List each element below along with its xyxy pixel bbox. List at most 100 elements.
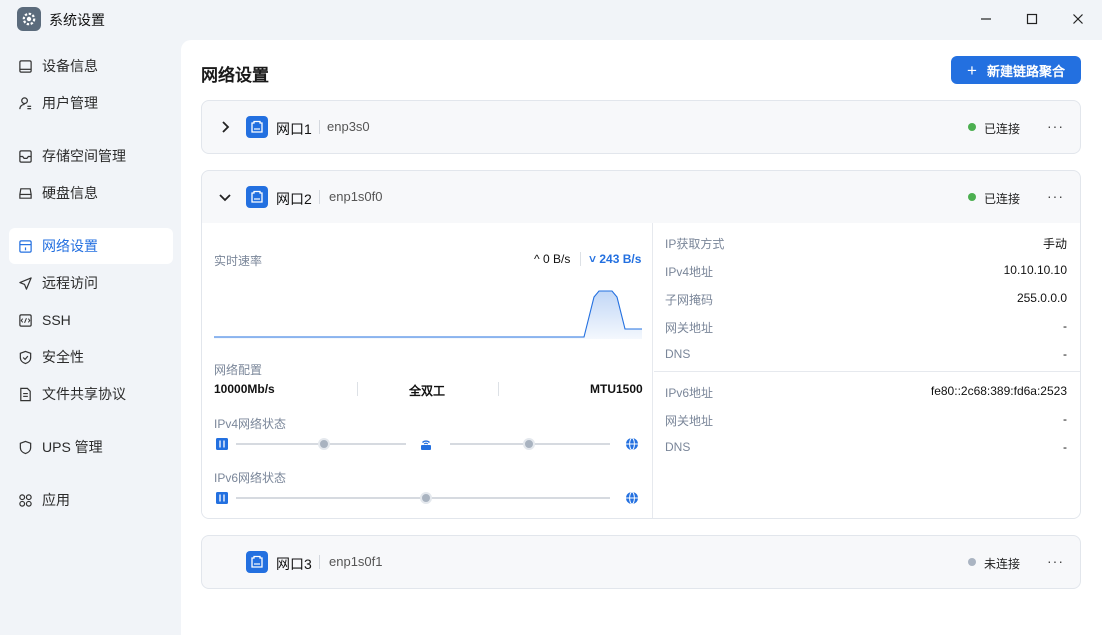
disk-icon (19, 187, 32, 199)
status-badge: 已连接 (984, 192, 1021, 206)
sidebar-item-disk[interactable]: 硬盘信息 (9, 175, 173, 211)
divider (357, 382, 358, 396)
arrow-up-icon: ^ (534, 252, 540, 266)
port-status-icon (216, 438, 228, 450)
gear-icon (17, 7, 41, 31)
ethernet-port-icon (246, 116, 268, 138)
title-bar: 系统设置 (0, 0, 1102, 38)
more-options-icon[interactable]: ··· (1047, 118, 1064, 134)
sidebar-item-label: SSH (42, 312, 71, 328)
info-row-ipv4-address: IPv4地址 10.10.10.10 (665, 263, 1067, 279)
info-row-ipv6-address: IPv6地址 fe80::2c68:389:fd6a:2523 (665, 384, 1067, 400)
globe-icon (626, 437, 638, 451)
sidebar-item-label: 网络设置 (42, 238, 98, 254)
status-dot (968, 558, 976, 566)
main-panel: 网络设置 + 新建链路聚合 网口1 enp3s0 已连接 ··· 网口2 enp… (181, 40, 1102, 635)
port-name: 网口1 (276, 121, 312, 137)
info-row-ipv6-dns: DNS - (665, 440, 1067, 454)
info-row-ip-method: IP获取方式 手动 (665, 237, 1067, 251)
globe-icon (626, 491, 638, 505)
info-row-dns: DNS - (665, 347, 1067, 361)
speed-label: 实时速率 (214, 254, 263, 268)
net-config-label: 网络配置 (214, 363, 263, 377)
info-row-ipv6-gateway: 网关地址 - (665, 412, 1067, 428)
page-title: 网络设置 (201, 66, 269, 85)
divider (319, 190, 320, 204)
divider (580, 252, 581, 266)
port-device: enp3s0 (327, 119, 370, 134)
port-status-icon (216, 492, 228, 504)
ipv4-state-label: IPv4网络状态 (214, 417, 287, 431)
sidebar-item-label: 硬盘信息 (42, 185, 98, 201)
port-card-3: 网口3 enp1s0f1 未连接 ··· (201, 535, 1081, 589)
divider (319, 120, 320, 134)
minimize-button[interactable] (975, 8, 997, 30)
status-badge: 已连接 (984, 122, 1021, 136)
port-card-header[interactable]: 网口2 enp1s0f0 已连接 ··· (202, 171, 1080, 223)
sidebar-item-security[interactable]: 安全性 (9, 339, 173, 375)
sidebar-item-apps[interactable]: 应用 (9, 482, 173, 518)
sidebar-item-label: 应用 (42, 492, 70, 508)
ipv4-link-knob (318, 438, 330, 450)
port-card-1: 网口1 enp3s0 已连接 ··· (201, 100, 1081, 154)
sidebar-item-network[interactable]: 网络设置 (9, 228, 173, 264)
sidebar-item-storage[interactable]: 存储空间管理 (9, 138, 173, 174)
sidebar-item-ssh[interactable]: SSH (9, 302, 173, 338)
new-link-aggregation-button[interactable]: + 新建链路聚合 (951, 56, 1081, 84)
sidebar: 设备信息 用户管理 存储空间管理 硬盘信息 网络设置 远程访问 SSH 安全性 … (0, 40, 181, 635)
user-icon (19, 96, 32, 109)
sidebar-item-device-info[interactable]: 设备信息 (9, 48, 173, 84)
ipv6-state-label: IPv6网络状态 (214, 471, 287, 485)
status-dot (968, 193, 976, 201)
sidebar-item-label: 文件共享协议 (42, 386, 126, 402)
close-button[interactable] (1067, 8, 1089, 30)
divider (319, 555, 320, 569)
send-icon (19, 276, 32, 290)
info-row-subnet-mask: 子网掩码 255.0.0.0 (665, 291, 1067, 307)
port-device: enp1s0f1 (329, 554, 383, 569)
status-dot (968, 123, 976, 131)
port-detail: 实时速率 ^ 0 B/s ˅ 243 B/s 网络配置 10000Mb/s 全双… (202, 223, 1080, 518)
ethernet-port-icon (246, 186, 268, 208)
link-speed: 10000Mb/s (214, 382, 275, 396)
more-options-icon[interactable]: ··· (1047, 553, 1064, 569)
chevron-down-icon[interactable] (217, 189, 233, 205)
window-title: 系统设置 (49, 12, 105, 28)
status-badge: 未连接 (984, 557, 1021, 571)
network-icon (19, 239, 32, 253)
arrow-down-icon: ˅ (589, 252, 597, 266)
port-device: enp1s0f0 (329, 189, 383, 204)
port-card-header[interactable]: 网口1 enp3s0 已连接 ··· (202, 101, 1080, 153)
sidebar-item-users[interactable]: 用户管理 (9, 85, 173, 121)
sidebar-item-label: UPS 管理 (42, 439, 103, 455)
shield-icon (19, 350, 32, 364)
maximize-button[interactable] (1021, 8, 1043, 30)
traffic-pane: 实时速率 ^ 0 B/s ˅ 243 B/s 网络配置 10000Mb/s 全双… (202, 223, 653, 518)
sidebar-item-label: 安全性 (42, 349, 84, 365)
file-icon (20, 387, 31, 401)
new-link-aggregation-label: 新建链路聚合 (986, 63, 1065, 79)
sidebar-item-label: 用户管理 (42, 95, 98, 111)
ipv6-link-knob (420, 492, 432, 504)
ethernet-port-icon (246, 551, 268, 573)
port-card-header[interactable]: 网口3 enp1s0f1 未连接 ··· (202, 536, 1080, 588)
divider (498, 382, 499, 396)
sidebar-item-remote[interactable]: 远程访问 (9, 265, 173, 301)
ipv4-internet-knob (523, 438, 535, 450)
port-name: 网口2 (276, 191, 312, 207)
chevron-right-icon[interactable] (217, 119, 233, 135)
storage-icon (19, 149, 32, 163)
port-card-2: 网口2 enp1s0f0 已连接 ··· 实时速率 ^ 0 B/s ˅ 243 … (201, 170, 1081, 519)
device-icon (19, 59, 32, 73)
sidebar-item-ups[interactable]: UPS 管理 (9, 429, 173, 465)
duplex-mode: 全双工 (409, 384, 446, 398)
sidebar-item-label: 存储空间管理 (42, 148, 126, 164)
apps-icon (19, 493, 32, 507)
sidebar-item-file-sharing[interactable]: 文件共享协议 (9, 376, 173, 412)
port-name: 网口3 (276, 556, 312, 572)
sidebar-item-label: 设备信息 (42, 58, 98, 74)
mtu-value: MTU1500 (590, 382, 643, 396)
more-options-icon[interactable]: ··· (1047, 188, 1064, 204)
info-row-gateway: 网关地址 - (665, 319, 1067, 335)
router-icon (421, 440, 431, 450)
